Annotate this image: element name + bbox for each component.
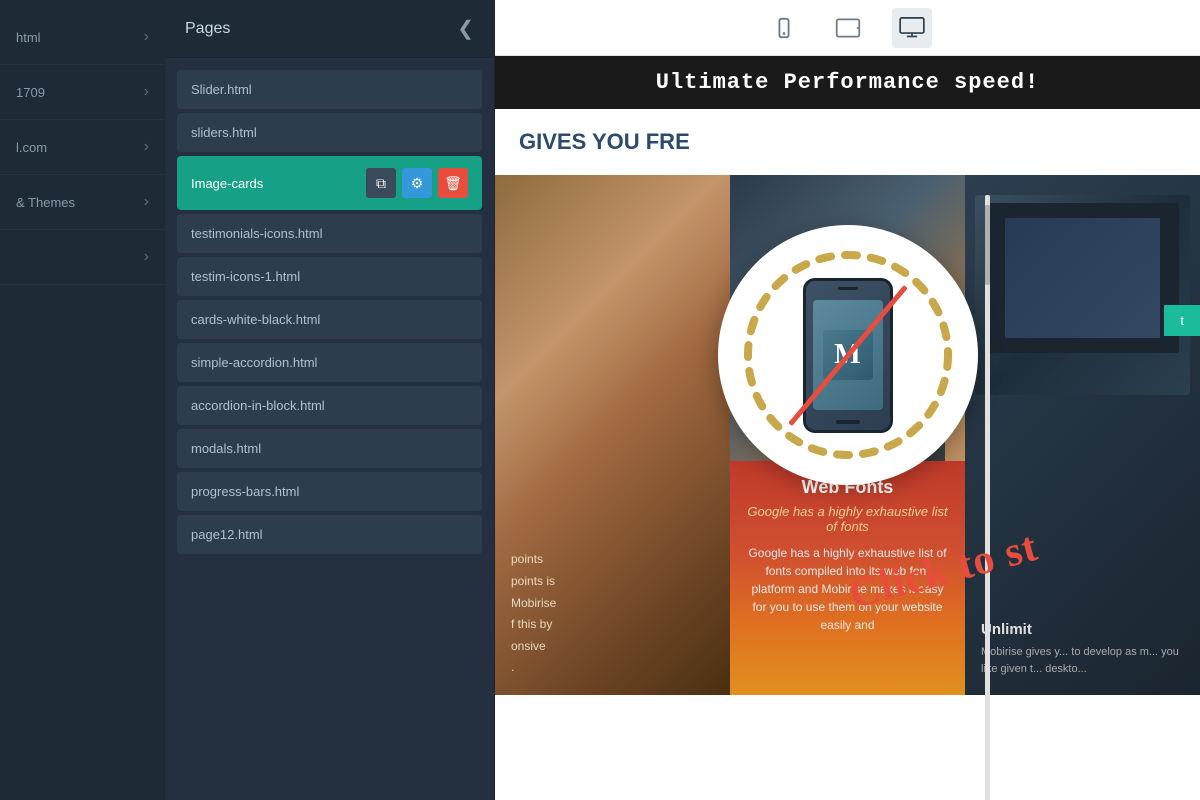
page-item-progress-bars[interactable]: progress-bars.html bbox=[177, 472, 482, 511]
page-item-actions: ⧉ ⚙ 🗑 bbox=[366, 168, 468, 198]
settings-page-button[interactable]: ⚙ bbox=[402, 168, 432, 198]
pages-title: Pages bbox=[185, 20, 230, 38]
phone-logo-overlay: M bbox=[718, 225, 978, 485]
chevron-right-icon: › bbox=[144, 193, 149, 211]
page-item-label: Image-cards bbox=[191, 176, 263, 191]
preview-cards: points points is Mobirise f this by onsi… bbox=[495, 175, 1200, 695]
banner-text: Ultimate Performance speed! bbox=[656, 70, 1039, 95]
phone-speaker bbox=[838, 287, 858, 290]
device-toolbar bbox=[495, 0, 1200, 56]
page-item-label: sliders.html bbox=[191, 125, 257, 140]
sidebar-item-1709[interactable]: 1709 › bbox=[0, 65, 165, 120]
chevron-right-icon: › bbox=[144, 28, 149, 46]
chevron-right-icon: › bbox=[144, 138, 149, 156]
scrollbar[interactable] bbox=[985, 195, 990, 800]
card-left: points points is Mobirise f this by onsi… bbox=[495, 175, 730, 695]
left-text-6: . bbox=[511, 657, 714, 679]
pages-list: Slider.html sliders.html Image-cards ⧉ ⚙… bbox=[165, 58, 494, 800]
sidebar-item-html-label: html bbox=[16, 30, 41, 45]
left-text-1: points bbox=[511, 549, 714, 571]
page-item-label: page12.html bbox=[191, 527, 263, 542]
card-right: t Unlimit Mobirise gives y... to develop… bbox=[965, 175, 1200, 695]
page-item-label: modals.html bbox=[191, 441, 261, 456]
preview-content: Ultimate Performance speed! GIVES YOU FR… bbox=[495, 56, 1200, 800]
scrollbar-thumb[interactable] bbox=[985, 205, 990, 285]
main-area: Ultimate Performance speed! GIVES YOU FR… bbox=[495, 0, 1200, 800]
page-item-modals[interactable]: modals.html bbox=[177, 429, 482, 468]
pages-panel: Pages ❮ Slider.html sliders.html Image-c… bbox=[165, 0, 495, 800]
right-card-body: Mobirise gives y... to develop as m... y… bbox=[981, 644, 1184, 679]
copy-page-button[interactable]: ⧉ bbox=[366, 168, 396, 198]
teal-action-button[interactable]: t bbox=[1164, 305, 1200, 336]
preview-area: Ultimate Performance speed! GIVES YOU FR… bbox=[495, 56, 1200, 800]
mobile-device-button[interactable] bbox=[764, 8, 804, 48]
sidebar-item-blank[interactable]: › bbox=[0, 230, 165, 285]
page-item-testim-icons-1[interactable]: testim-icons-1.html bbox=[177, 257, 482, 296]
chevron-right-icon: › bbox=[144, 248, 149, 266]
middle-card-subtitle: Google has a highly exhaustive list of f… bbox=[746, 504, 949, 534]
page-item-label: progress-bars.html bbox=[191, 484, 299, 499]
left-text-3: Mobirise bbox=[511, 593, 714, 615]
delete-page-button[interactable]: 🗑 bbox=[438, 168, 468, 198]
left-text-4: f this by bbox=[511, 614, 714, 636]
page-item-label: simple-accordion.html bbox=[191, 355, 317, 370]
page-item-label: cards-white-black.html bbox=[191, 312, 320, 327]
phone-home-button bbox=[836, 420, 860, 424]
chevron-right-icon: › bbox=[144, 83, 149, 101]
sidebar-item-lcom[interactable]: l.com › bbox=[0, 120, 165, 175]
pages-header: Pages ❮ bbox=[165, 0, 494, 58]
page-item-testimonials-icons[interactable]: testimonials-icons.html bbox=[177, 214, 482, 253]
page-item-label: Slider.html bbox=[191, 82, 252, 97]
sidebar-item-1709-label: 1709 bbox=[16, 85, 45, 100]
page-item-image-cards[interactable]: Image-cards ⧉ ⚙ 🗑 bbox=[177, 156, 482, 210]
sidebar: html › 1709 › l.com › & Themes › › bbox=[0, 0, 165, 800]
desktop-device-button[interactable] bbox=[892, 8, 932, 48]
page-item-simple-accordion[interactable]: simple-accordion.html bbox=[177, 343, 482, 382]
sidebar-item-lcom-label: l.com bbox=[16, 140, 47, 155]
left-text-5: onsive bbox=[511, 636, 714, 658]
page-item-label: testim-icons-1.html bbox=[191, 269, 300, 284]
preview-banner: Ultimate Performance speed! bbox=[495, 56, 1200, 109]
page-item-page12[interactable]: page12.html bbox=[177, 515, 482, 554]
pages-close-button[interactable]: ❮ bbox=[457, 16, 474, 41]
page-item-slider[interactable]: Slider.html bbox=[177, 70, 482, 109]
page-item-sliders[interactable]: sliders.html bbox=[177, 113, 482, 152]
left-text-2: points is bbox=[511, 571, 714, 593]
preview-subtitle: GIVES YOU FRE bbox=[495, 109, 1200, 175]
right-card-title: Unlimit bbox=[981, 621, 1184, 638]
sidebar-item-themes-label: & Themes bbox=[16, 195, 75, 210]
page-item-label: testimonials-icons.html bbox=[191, 226, 323, 241]
page-item-cards-white-black[interactable]: cards-white-black.html bbox=[177, 300, 482, 339]
subtitle-text: GIVES YOU FRE bbox=[519, 129, 690, 154]
tablet-device-button[interactable] bbox=[828, 8, 868, 48]
sidebar-item-themes[interactable]: & Themes › bbox=[0, 175, 165, 230]
page-item-label: accordion-in-block.html bbox=[191, 398, 325, 413]
sidebar-item-html[interactable]: html › bbox=[0, 10, 165, 65]
page-item-accordion-in-block[interactable]: accordion-in-block.html bbox=[177, 386, 482, 425]
